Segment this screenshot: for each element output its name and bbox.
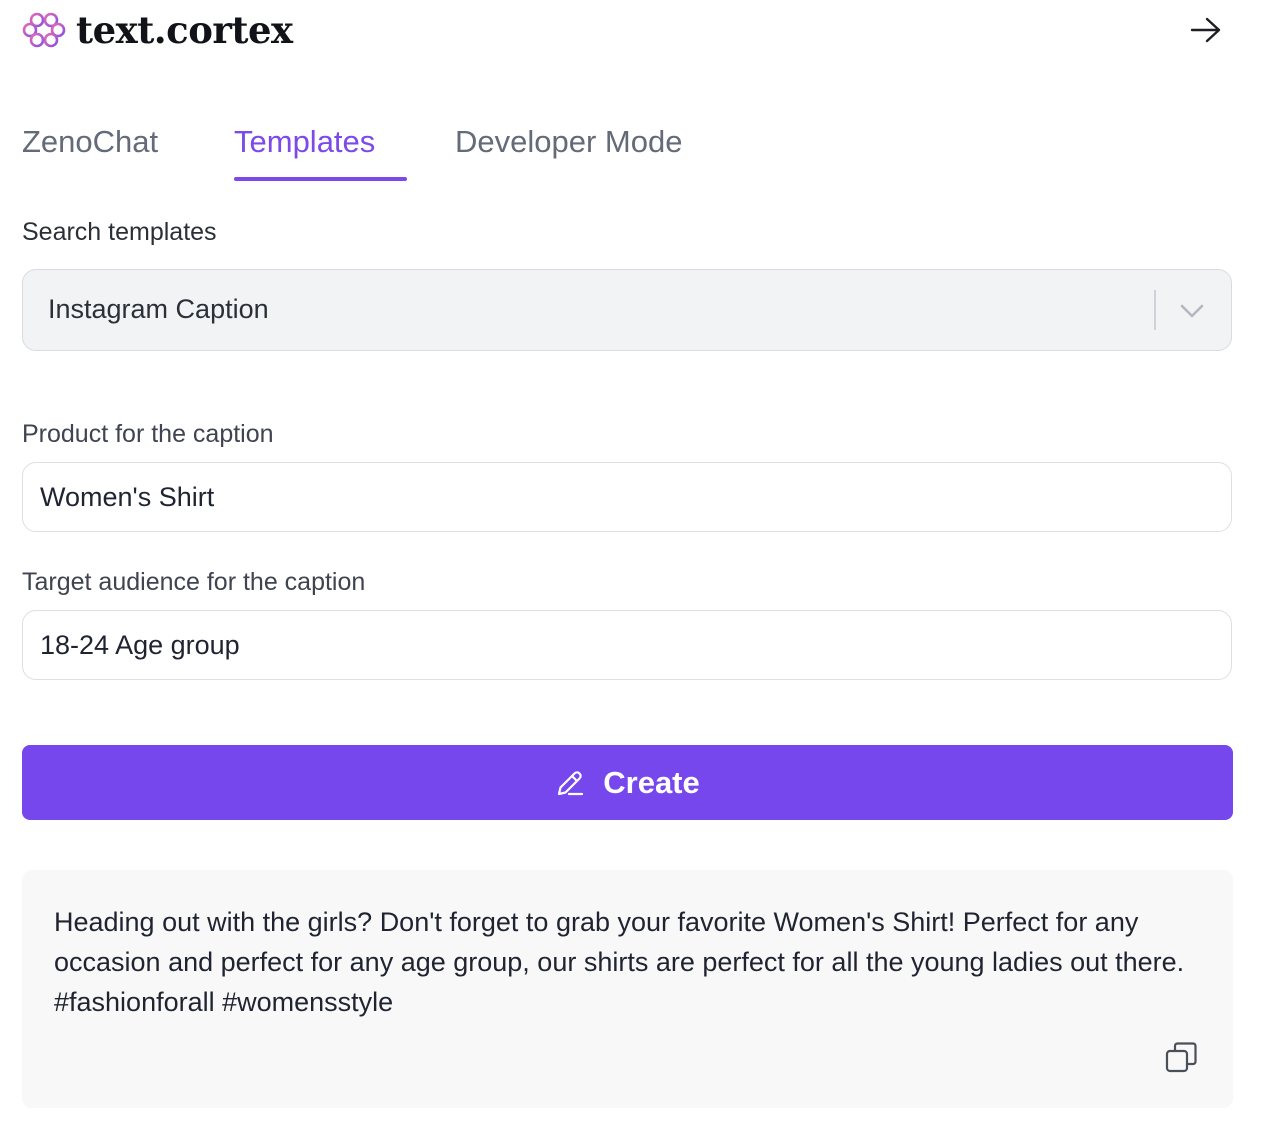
- copy-icon[interactable]: [1164, 1040, 1200, 1076]
- search-templates-label: Search templates: [22, 218, 217, 246]
- template-select[interactable]: Instagram Caption: [22, 269, 1232, 351]
- tab-developer-mode[interactable]: Developer Mode: [455, 116, 682, 180]
- create-button-label: Create: [603, 764, 700, 800]
- audience-label: Target audience for the caption: [22, 568, 366, 596]
- select-separator: [1154, 290, 1156, 330]
- audience-input[interactable]: [22, 610, 1232, 680]
- tab-templates[interactable]: Templates: [234, 116, 375, 180]
- brain-icon: [22, 12, 66, 48]
- product-label: Product for the caption: [22, 420, 274, 448]
- generated-output: Heading out with the girls? Don't forget…: [22, 870, 1233, 1108]
- chevron-down-icon[interactable]: [1176, 296, 1208, 326]
- arrow-right-icon: [1190, 17, 1221, 43]
- tab-zenochat[interactable]: ZenoChat: [22, 116, 158, 180]
- generated-caption: Heading out with the girls? Don't forget…: [54, 907, 1185, 1017]
- textcortex-panel: text.cortex ZenoChat Templates Developer…: [0, 0, 1262, 1136]
- product-input[interactable]: [22, 462, 1232, 532]
- pencil-icon: [558, 770, 584, 795]
- create-button[interactable]: Create: [22, 745, 1233, 820]
- logo-text: text.cortex: [76, 8, 293, 52]
- template-select-value: Instagram Caption: [48, 294, 269, 324]
- active-tab-indicator: [234, 177, 407, 181]
- logo: text.cortex: [22, 8, 293, 52]
- collapse-panel-button[interactable]: [1186, 13, 1226, 47]
